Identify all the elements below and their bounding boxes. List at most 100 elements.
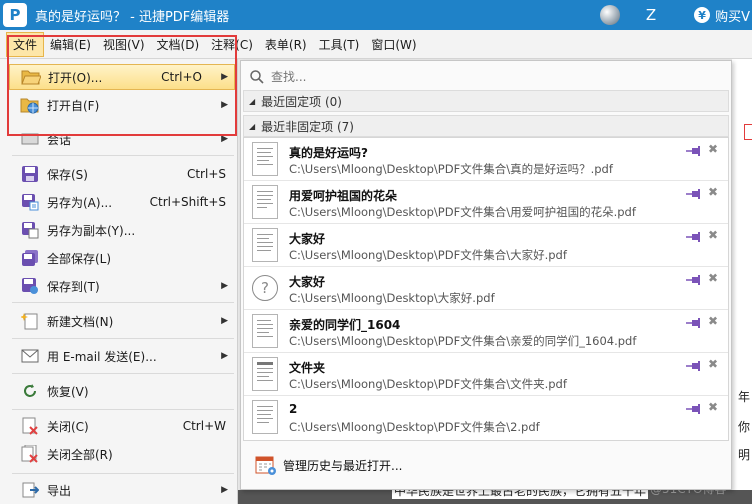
pin-icon[interactable] — [686, 274, 702, 286]
menu-separator — [12, 473, 234, 474]
pdf-thumbnail-icon — [252, 357, 278, 391]
title-bar: P 真的是好运吗？ - 迅捷PDF编辑器 Z ¥ 购买V — [0, 0, 752, 30]
recent-file-path: C:\Users\Mloong\Desktop\PDF文件集合\文件夹.pdf — [289, 377, 567, 391]
menu-save[interactable]: 保存(S) Ctrl+S — [0, 161, 236, 187]
menu-export[interactable]: 导出 ▶ — [0, 477, 236, 503]
menu-window[interactable]: 窗口(W) — [365, 33, 422, 56]
menu-open-from[interactable]: 打开自(F) ▶ — [0, 92, 236, 118]
recent-file-path: C:\Users\Mloong\Desktop\大家好.pdf — [289, 291, 495, 305]
collapse-triangle-icon: ◢ — [249, 121, 256, 131]
menu-export-label: 导出 — [47, 483, 72, 498]
recent-file-row[interactable]: ? 大家好 C:\Users\Mloong\Desktop\大家好.pdf ✖ — [244, 267, 728, 310]
recent-file-row[interactable]: 文件夹 C:\Users\Mloong\Desktop\PDF文件集合\文件夹.… — [244, 353, 728, 396]
manage-history-button[interactable]: 管理历史与最近打开... — [255, 453, 402, 477]
menu-restore[interactable]: 恢复(V) — [0, 378, 236, 404]
recent-file-row[interactable]: 真的是好运吗? C:\Users\Mloong\Desktop\PDF文件集合\… — [244, 138, 728, 181]
menu-restore-label: 恢复(V) — [47, 384, 89, 399]
menu-document[interactable]: 文档(D) — [151, 33, 206, 56]
export-icon — [20, 480, 40, 500]
app-logo-icon[interactable]: P — [3, 3, 27, 27]
save-to-icon — [20, 276, 40, 296]
annotation-red-mark — [742, 64, 752, 108]
menu-session-label: 会话 — [47, 132, 72, 147]
remove-icon[interactable]: ✖ — [708, 185, 718, 199]
menu-email-label: 用 E-mail 发送(E)... — [47, 349, 157, 364]
close-all-icon — [20, 444, 40, 464]
save-icon — [20, 164, 40, 184]
user-initial[interactable]: Z — [646, 6, 656, 24]
yen-icon[interactable]: ¥ — [694, 7, 711, 23]
menu-new-document[interactable]: 新建文档(N) ▶ — [0, 308, 236, 334]
recent-file-name: 大家好 — [289, 232, 326, 246]
menu-close-shortcut: Ctrl+W — [182, 419, 226, 433]
unpinned-section-header[interactable]: ◢ 最近非固定项 (7) — [243, 115, 729, 137]
save-all-icon — [20, 248, 40, 268]
chevron-right-icon: ▶ — [221, 485, 228, 495]
menu-file[interactable]: 文件 — [6, 31, 45, 57]
remove-icon[interactable]: ✖ — [708, 228, 718, 242]
pin-icon[interactable] — [686, 360, 702, 372]
buy-vip-button[interactable]: 购买V — [715, 6, 750, 25]
menu-bar: 文件 编辑(E) 视图(V) 文档(D) 注释(C) 表单(R) 工具(T) 窗… — [0, 30, 752, 59]
remove-icon[interactable]: ✖ — [708, 400, 718, 414]
pin-icon[interactable] — [686, 231, 702, 243]
menu-save-to-label: 保存到(T) — [47, 279, 100, 294]
menu-session[interactable]: 会话 ▶ — [0, 129, 236, 149]
recent-file-path: C:\Users\Mloong\Desktop\PDF文件集合\亲爱的同学们_1… — [289, 334, 637, 348]
menu-save-as[interactable]: 另存为(A)... Ctrl+Shift+S — [0, 189, 236, 215]
pin-icon[interactable] — [686, 403, 702, 415]
menu-form[interactable]: 表单(R) — [259, 33, 313, 56]
recent-files-popup: ◢ 最近固定项 (0) ◢ 最近非固定项 (7) 真的是好运吗? C:\User… — [240, 60, 732, 490]
pin-icon[interactable] — [686, 145, 702, 157]
remove-icon[interactable]: ✖ — [708, 271, 718, 285]
recent-file-row[interactable]: 亲爱的同学们_1604 C:\Users\Mloong\Desktop\PDF文… — [244, 310, 728, 353]
file-menu: 打开(O)... Ctrl+O ▶ 打开自(F) ▶ 会话 ▶ 保存(S) Ct… — [0, 59, 238, 504]
menu-separator — [12, 302, 234, 303]
menu-close-all[interactable]: 关闭全部(R) — [0, 441, 236, 467]
recent-file-path: C:\Users\Mloong\Desktop\PDF文件集合\用爱呵护祖国的花… — [289, 205, 636, 219]
recent-file-name: 亲爱的同学们_1604 — [289, 318, 401, 332]
pin-icon[interactable] — [686, 188, 702, 200]
menu-open[interactable]: 打开(O)... Ctrl+O ▶ — [9, 64, 235, 90]
pdf-thumbnail-icon — [252, 400, 278, 434]
chevron-right-icon: ▶ — [221, 351, 228, 361]
recent-file-row[interactable]: 用爱呵护祖国的花朵 C:\Users\Mloong\Desktop\PDF文件集… — [244, 181, 728, 224]
recent-file-name: 真的是好运吗? — [289, 146, 368, 160]
save-copy-icon — [20, 220, 40, 240]
menu-view[interactable]: 视图(V) — [97, 33, 151, 56]
menu-close[interactable]: 关闭(C) Ctrl+W — [0, 413, 236, 439]
menu-save-to[interactable]: 保存到(T) ▶ — [0, 273, 236, 299]
menu-comment[interactable]: 注释(C) — [205, 33, 259, 56]
recent-file-row[interactable]: 大家好 C:\Users\Mloong\Desktop\PDF文件集合\大家好.… — [244, 224, 728, 267]
window-title: 真的是好运吗？ - 迅捷PDF编辑器 — [35, 9, 230, 25]
pdf-thumbnail-icon — [252, 314, 278, 348]
remove-icon[interactable]: ✖ — [708, 314, 718, 328]
recent-file-path: C:\Users\Mloong\Desktop\PDF文件集合\大家好.pdf — [289, 248, 567, 262]
menu-save-label: 保存(S) — [47, 167, 88, 182]
menu-edit[interactable]: 编辑(E) — [44, 33, 97, 56]
menu-separator — [12, 338, 234, 339]
menu-save-copy[interactable]: 另存为副本(Y)... — [0, 217, 236, 243]
chevron-right-icon: ▶ — [221, 134, 228, 144]
remove-icon[interactable]: ✖ — [708, 142, 718, 156]
pin-icon[interactable] — [686, 317, 702, 329]
recent-file-row[interactable]: 2 C:\Users\Mloong\Desktop\PDF文件集合\2.pdf … — [244, 396, 728, 439]
menu-email[interactable]: 用 E-mail 发送(E)... ▶ — [0, 343, 236, 369]
menu-save-copy-label: 另存为副本(Y)... — [47, 223, 136, 238]
menu-tools[interactable]: 工具(T) — [313, 33, 366, 56]
remove-icon[interactable]: ✖ — [708, 357, 718, 371]
pinned-section-header[interactable]: ◢ 最近固定项 (0) — [243, 90, 729, 112]
search-input[interactable] — [271, 70, 671, 84]
collapse-triangle-icon: ◢ — [249, 96, 256, 106]
menu-open-from-label: 打开自(F) — [47, 98, 100, 113]
save-as-icon — [20, 192, 40, 212]
chevron-right-icon: ▶ — [221, 316, 228, 326]
menu-save-shortcut: Ctrl+S — [186, 167, 226, 181]
restore-icon — [20, 381, 40, 401]
menu-open-label: 打开(O)... — [48, 70, 103, 85]
recent-file-path: C:\Users\Mloong\Desktop\PDF文件集合\真的是好运吗？.… — [289, 162, 613, 176]
menu-new-document-label: 新建文档(N) — [47, 314, 114, 329]
annotation-red-rect — [744, 124, 752, 140]
menu-save-all[interactable]: 全部保存(L) — [0, 245, 236, 271]
avatar[interactable] — [599, 5, 620, 25]
